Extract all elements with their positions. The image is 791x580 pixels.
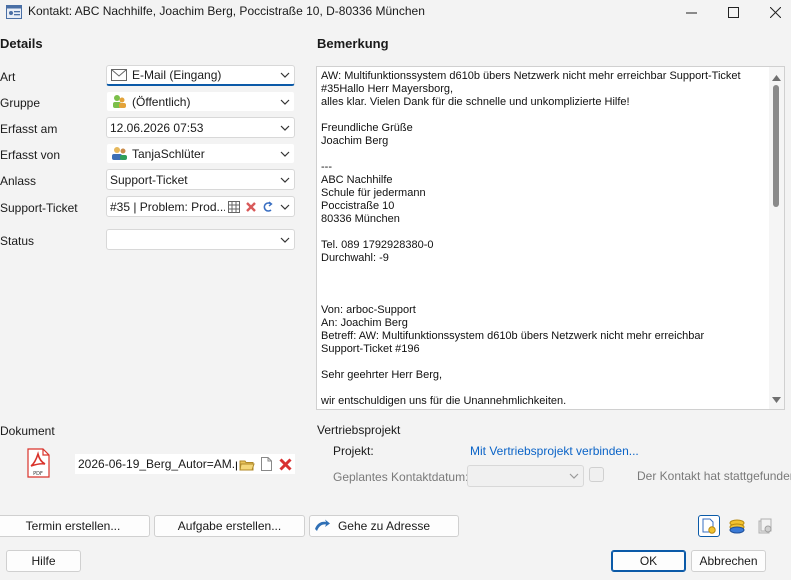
dokument-filename: 2026-06-19_Berg_Autor=AM.pdf — [78, 457, 237, 471]
minimize-button[interactable] — [671, 0, 711, 24]
projekt-label: Projekt: — [333, 444, 374, 458]
group-icon — [110, 94, 128, 109]
scroll-up-icon[interactable] — [772, 70, 781, 84]
bemerkung-scrollbar[interactable] — [769, 67, 784, 409]
chevron-down-icon[interactable] — [276, 118, 294, 137]
maximize-button[interactable] — [713, 0, 753, 24]
bemerkung-heading: Bemerkung — [317, 36, 389, 51]
anlass-value: Support-Ticket — [110, 172, 188, 187]
chevron-down-icon[interactable] — [276, 170, 294, 189]
remove-ticket-icon[interactable] — [242, 197, 259, 216]
new-document-button[interactable] — [698, 515, 720, 537]
window-title: Kontakt: ABC Nachhilfe, Joachim Berg, Po… — [28, 4, 425, 18]
coins-button[interactable] — [726, 515, 748, 537]
scroll-down-icon[interactable] — [772, 392, 781, 406]
kontaktdatum-label: Geplantes Kontaktdatum: — [333, 470, 469, 484]
gruppe-value: (Öffentlich) — [132, 94, 191, 109]
art-label: Art — [0, 70, 16, 84]
chevron-down-icon[interactable] — [276, 66, 294, 84]
chevron-down-icon[interactable] — [276, 92, 294, 111]
gruppe-select[interactable]: (Öffentlich) — [106, 91, 295, 112]
erfasst-von-select[interactable]: TanjaSchlüter — [106, 143, 295, 164]
hilfe-button[interactable]: Hilfe — [6, 550, 81, 572]
chevron-down-icon[interactable] — [276, 197, 294, 216]
document-icon[interactable] — [257, 453, 275, 475]
open-folder-icon[interactable] — [237, 453, 257, 475]
envelope-icon — [110, 68, 128, 83]
gruppe-label: Gruppe — [0, 96, 41, 110]
status-select[interactable] — [106, 229, 295, 250]
ticket-table-icon[interactable] — [225, 197, 242, 216]
art-select[interactable]: E-Mail (Eingang) — [106, 65, 295, 86]
erfasst-am-label: Erfasst am — [0, 122, 58, 136]
support-ticket-label: Support-Ticket — [0, 201, 78, 215]
dokument-field[interactable]: 2026-06-19_Berg_Autor=AM.pdf — [74, 453, 296, 475]
ok-button[interactable]: OK — [611, 550, 686, 572]
stattgefunden-label: Der Kontakt hat stattgefunden — [637, 469, 791, 483]
bemerkung-textarea[interactable]: AW: Multifunktionssystem d610b übers Net… — [316, 66, 785, 410]
chevron-down-icon[interactable] — [276, 144, 294, 163]
anlass-label: Anlass — [0, 174, 37, 188]
termin-erstellen-button[interactable]: Termin erstellen... — [0, 515, 150, 537]
close-button[interactable] — [755, 0, 791, 24]
anlass-select[interactable]: Support-Ticket — [106, 169, 295, 190]
erfasst-von-label: Erfasst von — [0, 148, 61, 162]
chevron-down-icon[interactable] — [276, 230, 294, 249]
erfasst-am-datepicker[interactable]: 12.06.2026 07:53 — [106, 117, 295, 138]
users-icon — [110, 146, 128, 161]
bemerkung-text[interactable]: AW: Multifunktionssystem d610b übers Net… — [321, 70, 769, 408]
status-label: Status — [0, 234, 35, 248]
kontaktdatum-datepicker[interactable] — [467, 465, 584, 487]
kontakt-stattgefunden-checkbox[interactable] — [589, 467, 604, 482]
erfasst-am-value: 12.06.2026 07:53 — [110, 120, 204, 135]
address-arrow-icon — [314, 519, 330, 536]
gehe-zu-adresse-label: Gehe zu Adresse — [337, 519, 431, 533]
gehe-zu-adresse-button[interactable]: Gehe zu Adresse — [309, 515, 459, 537]
delete-document-icon[interactable] — [275, 453, 295, 475]
pdf-file-icon[interactable]: PDF — [24, 448, 52, 478]
erfasst-von-value: TanjaSchlüter — [132, 146, 205, 161]
details-heading: Details — [0, 36, 43, 51]
abbrechen-button[interactable]: Abbrechen — [691, 550, 766, 572]
support-ticket-select[interactable]: #35 | Problem: Prod... — [106, 196, 295, 217]
support-ticket-value: #35 | Problem: Prod... — [110, 199, 225, 214]
chevron-down-icon[interactable] — [565, 473, 583, 479]
archive-button[interactable] — [754, 515, 776, 537]
link-ticket-icon[interactable] — [259, 197, 276, 216]
vertriebsprojekt-heading: Vertriebsprojekt — [317, 423, 401, 437]
contact-app-icon — [6, 4, 22, 19]
aufgabe-erstellen-button[interactable]: Aufgabe erstellen... — [154, 515, 305, 537]
dokument-label: Dokument — [0, 424, 55, 438]
pdf-badge: PDF — [33, 471, 43, 477]
art-value: E-Mail (Eingang) — [132, 68, 222, 82]
scroll-thumb[interactable] — [773, 85, 779, 207]
vertriebsprojekt-link[interactable]: Mit Vertriebsprojekt verbinden... — [470, 444, 639, 458]
